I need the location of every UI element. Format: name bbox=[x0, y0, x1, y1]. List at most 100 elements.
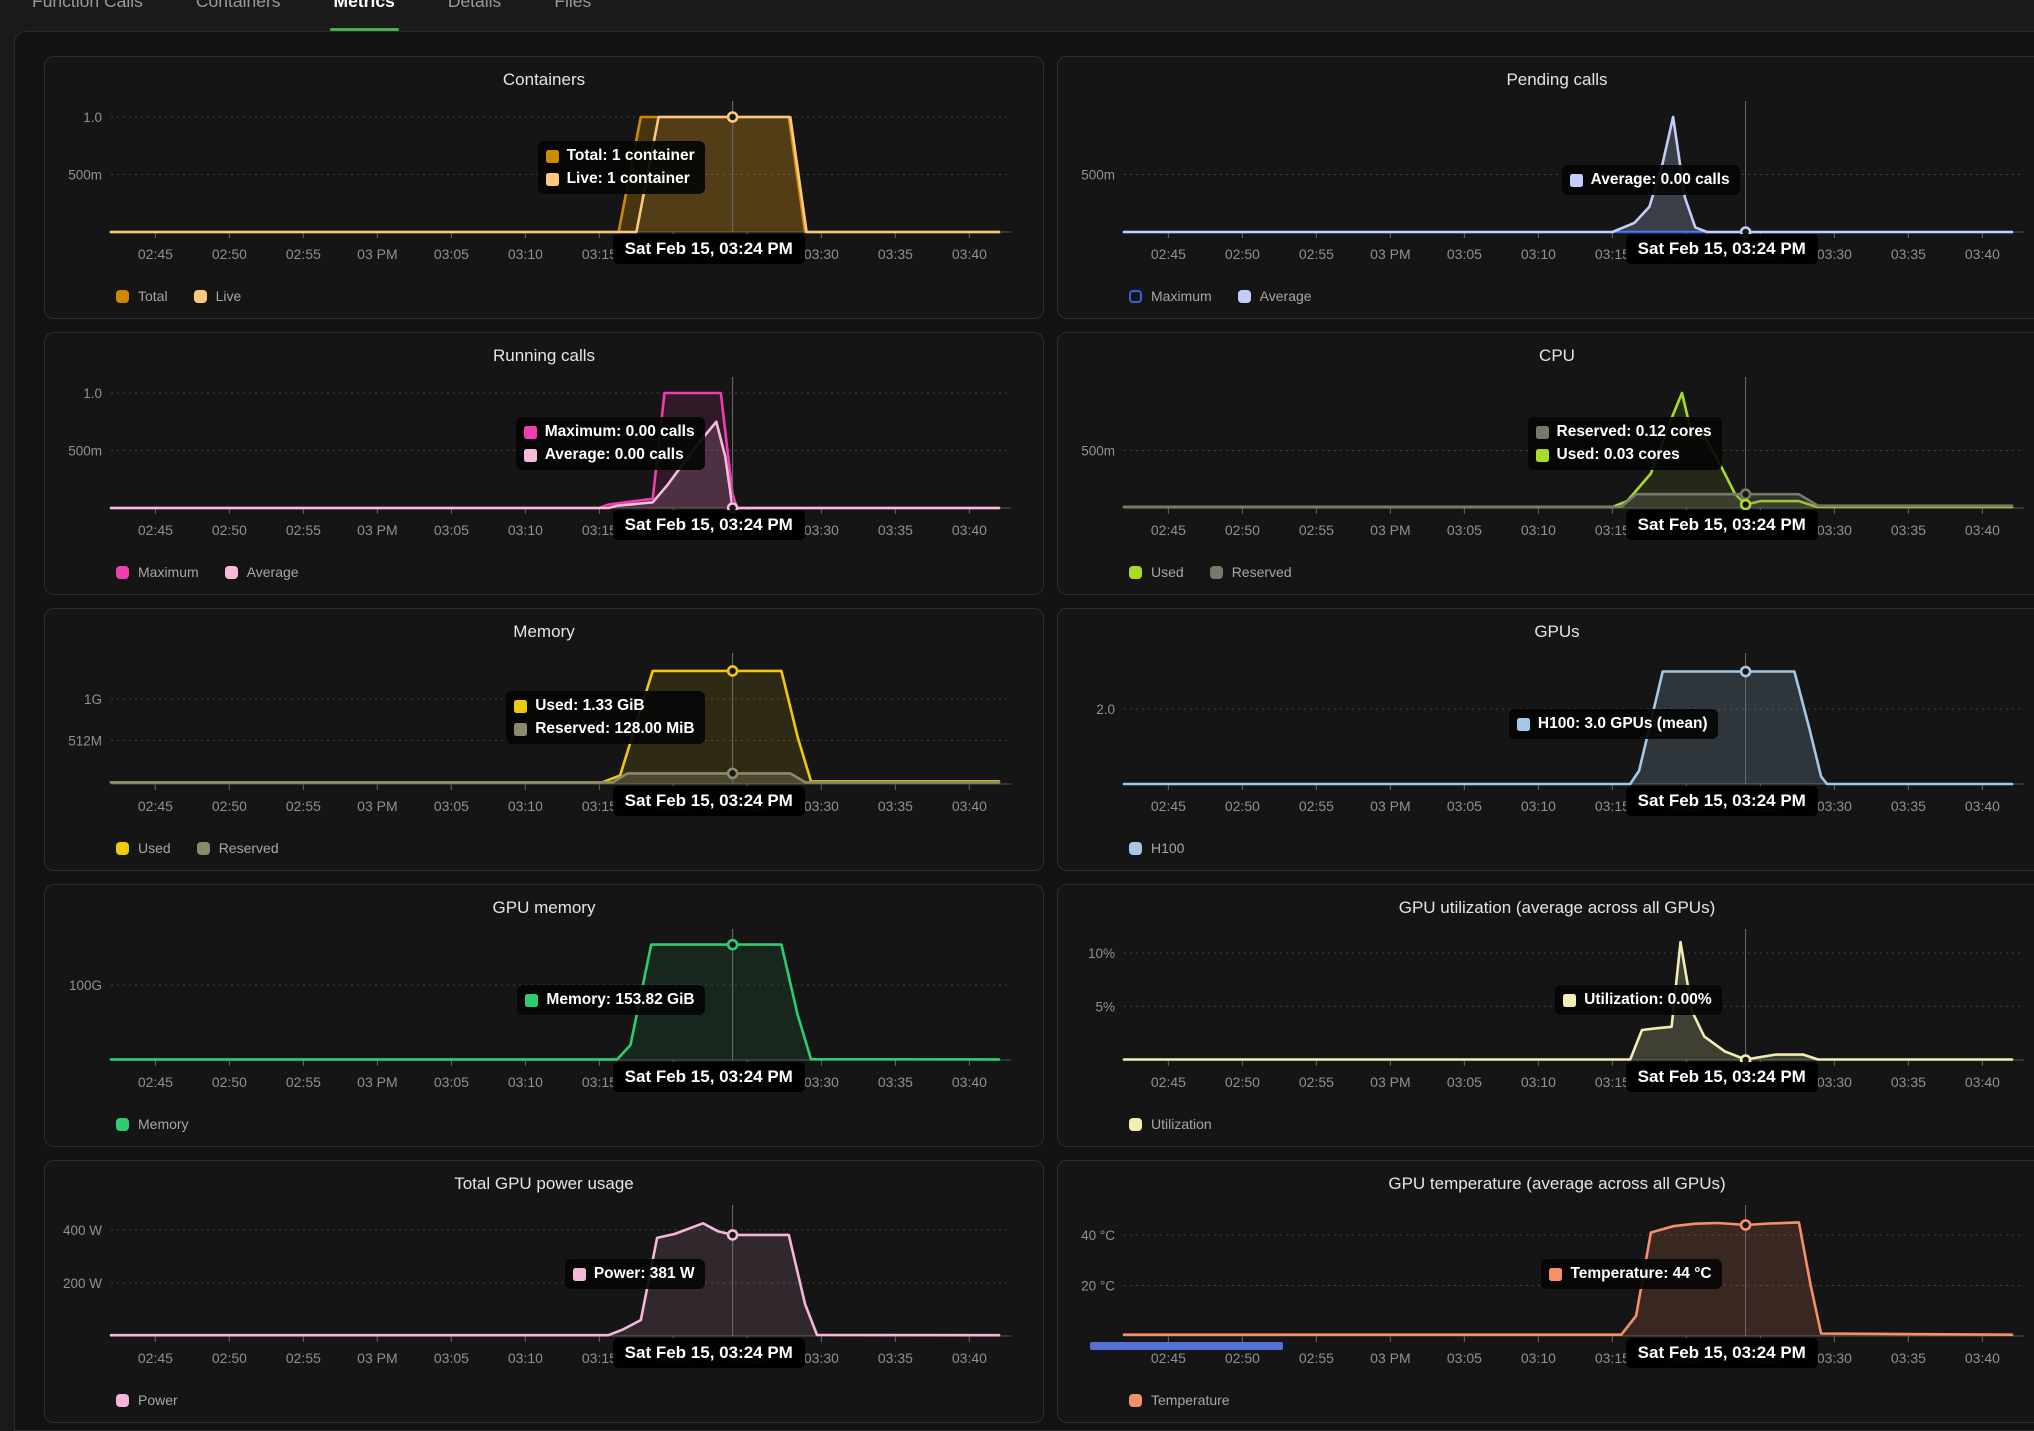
x-axis-tick-label: 03:10 bbox=[1521, 1074, 1556, 1090]
x-axis-tick-label: 03:40 bbox=[952, 1074, 987, 1090]
x-axis-tick-label: 02:55 bbox=[1299, 1350, 1334, 1366]
x-axis-tick-label: 03:05 bbox=[1447, 246, 1482, 262]
cursor-time-tooltip: Sat Feb 15, 03:24 PM bbox=[613, 510, 805, 540]
chart-canvas[interactable]: 2.002:4502:5002:5503 PM03:0503:1003:1503… bbox=[1058, 609, 2034, 871]
x-axis-tick-label: 03:35 bbox=[1891, 522, 1926, 538]
x-axis-tick-label: 03:35 bbox=[1891, 1350, 1926, 1366]
tooltip-value: H100: 3.0 GPUs (mean) bbox=[1538, 715, 1708, 733]
chart-legend: Utilization bbox=[1129, 1116, 1212, 1132]
tooltip-swatch-icon bbox=[546, 173, 559, 186]
x-axis-tick-label: 03:40 bbox=[1965, 1350, 2000, 1366]
x-axis-tick-label: 02:50 bbox=[212, 522, 247, 538]
legend-label: Used bbox=[138, 840, 171, 856]
legend-item-used[interactable]: Used bbox=[116, 840, 171, 856]
tab-containers[interactable]: Containers bbox=[194, 0, 283, 12]
chart-canvas[interactable]: 40 °C20 °C02:4502:5002:5503 PM03:0503:10… bbox=[1058, 1161, 2034, 1423]
tooltip-value: Power: 381 W bbox=[594, 1265, 695, 1283]
x-axis-tick-label: 03:10 bbox=[1521, 522, 1556, 538]
x-axis-tick-label: 03:05 bbox=[1447, 1350, 1482, 1366]
legend-label: Live bbox=[216, 288, 242, 304]
legend-swatch-icon bbox=[1129, 1118, 1142, 1131]
legend-item-utilization[interactable]: Utilization bbox=[1129, 1116, 1212, 1132]
chart-canvas[interactable]: 10%5%02:4502:5002:5503 PM03:0503:1003:15… bbox=[1058, 885, 2034, 1147]
tab-details[interactable]: Details bbox=[446, 0, 504, 12]
x-axis-tick-label: 03 PM bbox=[1370, 1074, 1410, 1090]
tooltip-swatch-icon bbox=[1536, 449, 1549, 462]
chart-panel-gpu-memory: GPU memory100G02:4502:5002:5503 PM03:050… bbox=[44, 884, 1044, 1147]
tooltip-swatch-icon bbox=[1549, 1268, 1562, 1281]
legend-label: Power bbox=[138, 1392, 178, 1408]
chart-panel-gpu-temperature: GPU temperature (average across all GPUs… bbox=[1057, 1160, 2034, 1423]
tooltip-swatch-icon bbox=[546, 150, 559, 163]
x-axis-tick-label: 03 PM bbox=[1370, 1350, 1410, 1366]
x-axis-tick-label: 03:05 bbox=[434, 1074, 469, 1090]
chart-tooltip: Utilization: 0.00% bbox=[1555, 985, 1721, 1015]
chart-canvas[interactable]: 100G02:4502:5002:5503 PM03:0503:1003:150… bbox=[45, 885, 1044, 1147]
x-axis-tick-label: 02:45 bbox=[138, 1074, 173, 1090]
legend-label: Average bbox=[247, 564, 299, 580]
chart-panel-running-calls: Running calls1.0500m02:4502:5002:5503 PM… bbox=[44, 332, 1044, 595]
legend-swatch-icon bbox=[1129, 290, 1142, 303]
x-axis-tick-label: 02:45 bbox=[138, 522, 173, 538]
legend-label: H100 bbox=[1151, 840, 1184, 856]
legend-item-maximum[interactable]: Maximum bbox=[1129, 288, 1212, 304]
x-axis-tick-label: 02:55 bbox=[1299, 522, 1334, 538]
x-axis-tick-label: 03 PM bbox=[1370, 798, 1410, 814]
chart-tooltip: Maximum: 0.00 callsAverage: 0.00 calls bbox=[516, 417, 705, 470]
cursor-time-tooltip: Sat Feb 15, 03:24 PM bbox=[613, 1338, 805, 1368]
legend-item-total[interactable]: Total bbox=[116, 288, 168, 304]
x-axis-tick-label: 03:40 bbox=[952, 522, 987, 538]
cursor-time-tooltip: Sat Feb 15, 03:24 PM bbox=[1626, 234, 1818, 264]
y-axis-tick-label: 20 °C bbox=[1081, 1279, 1115, 1294]
x-axis-tick-label: 03:30 bbox=[1817, 1074, 1852, 1090]
tab-metrics[interactable]: Metrics bbox=[332, 0, 397, 12]
chart-canvas[interactable]: 500m02:4502:5002:5503 PM03:0503:1003:150… bbox=[1058, 57, 2034, 319]
x-axis-tick-label: 02:55 bbox=[286, 1074, 321, 1090]
tooltip-swatch-icon bbox=[1570, 174, 1583, 187]
tooltip-value: Reserved: 0.12 cores bbox=[1557, 423, 1712, 441]
series-line-reserved bbox=[1124, 494, 2012, 507]
x-axis-tick-label: 03:35 bbox=[878, 522, 913, 538]
x-axis-tick-label: 03 PM bbox=[1370, 522, 1410, 538]
legend-label: Utilization bbox=[1151, 1116, 1212, 1132]
tab-function-calls[interactable]: Function Calls bbox=[30, 0, 145, 12]
chart-legend: Maximum Average bbox=[1129, 288, 1312, 304]
x-axis-tick-label: 03:10 bbox=[508, 1350, 543, 1366]
tooltip-value: Used: 0.03 cores bbox=[1557, 446, 1680, 464]
x-axis-tick-label: 02:50 bbox=[1225, 1350, 1260, 1366]
legend-item-temperature[interactable]: Temperature bbox=[1129, 1392, 1230, 1408]
x-axis-tick-label: 02:50 bbox=[1225, 246, 1260, 262]
legend-item-average[interactable]: Average bbox=[225, 564, 299, 580]
x-axis-tick-label: 03:30 bbox=[804, 1350, 839, 1366]
tooltip-value: Live: 1 container bbox=[567, 170, 690, 188]
x-axis-tick-label: 02:50 bbox=[1225, 522, 1260, 538]
y-axis-tick-label: 500m bbox=[68, 444, 102, 459]
tab-files[interactable]: Files bbox=[552, 0, 593, 12]
x-axis-tick-label: 03:05 bbox=[434, 1350, 469, 1366]
chart-panel-gpu-utilization: GPU utilization (average across all GPUs… bbox=[1057, 884, 2034, 1147]
chart-legend: Memory bbox=[116, 1116, 189, 1132]
cursor-marker bbox=[1741, 1220, 1750, 1229]
chart-panel-containers: Containers1.0500m02:4502:5002:5503 PM03:… bbox=[44, 56, 1044, 319]
legend-item-used[interactable]: Used bbox=[1129, 564, 1184, 580]
legend-item-power[interactable]: Power bbox=[116, 1392, 178, 1408]
tooltip-swatch-icon bbox=[1563, 994, 1576, 1007]
cursor-time-tooltip: Sat Feb 15, 03:24 PM bbox=[613, 1062, 805, 1092]
x-axis-tick-label: 03:05 bbox=[434, 522, 469, 538]
legend-item-average[interactable]: Average bbox=[1238, 288, 1312, 304]
y-axis-tick-label: 200 W bbox=[63, 1276, 102, 1291]
x-axis-tick-label: 03:30 bbox=[1817, 1350, 1852, 1366]
legend-item-reserved[interactable]: Reserved bbox=[1210, 564, 1292, 580]
legend-item-reserved[interactable]: Reserved bbox=[197, 840, 279, 856]
x-axis-tick-label: 02:55 bbox=[1299, 798, 1334, 814]
legend-item-live[interactable]: Live bbox=[194, 288, 242, 304]
series-line-power bbox=[111, 1223, 999, 1335]
chart-canvas[interactable]: 400 W200 W02:4502:5002:5503 PM03:0503:10… bbox=[45, 1161, 1044, 1423]
legend-item-h100[interactable]: H100 bbox=[1129, 840, 1184, 856]
legend-swatch-icon bbox=[197, 842, 210, 855]
legend-item-memory[interactable]: Memory bbox=[116, 1116, 189, 1132]
x-axis-tick-label: 03 PM bbox=[357, 522, 397, 538]
legend-item-maximum[interactable]: Maximum bbox=[116, 564, 199, 580]
x-axis-tick-label: 02:50 bbox=[212, 1074, 247, 1090]
x-axis-tick-label: 02:50 bbox=[212, 246, 247, 262]
